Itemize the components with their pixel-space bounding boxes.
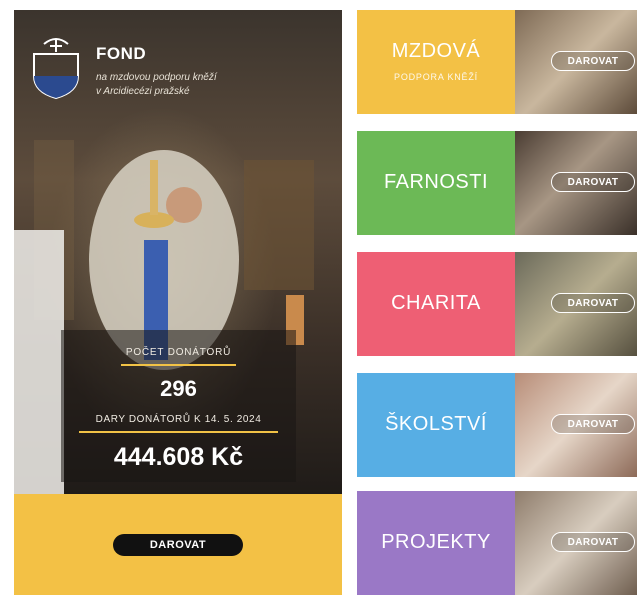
tile-charita-donate-button[interactable]: DAROVAT (551, 293, 635, 313)
fund-panel: FOND na mzdovou podporu kněží v Arcidiec… (14, 10, 342, 595)
donate-main-button[interactable]: DAROVAT (113, 534, 243, 556)
tile-skolstvi-title: ŠKOLSTVÍ (385, 413, 487, 435)
tile-mzdova-title: MZDOVÁ (391, 40, 481, 62)
tile-mzdova-color: MZDOVÁ PODPORA KNĚŽÍ (357, 10, 515, 114)
tile-mzdova[interactable]: MZDOVÁ PODPORA KNĚŽÍ DAROVAT (357, 10, 637, 114)
tile-skolstvi-photo: DAROVAT (515, 373, 637, 477)
donors-underline (121, 364, 236, 366)
tile-mzdova-donate-button[interactable]: DAROVAT (551, 51, 635, 71)
tile-skolstvi-donate-button[interactable]: DAROVAT (551, 414, 635, 434)
tile-projekty-color: PROJEKTY (357, 491, 515, 595)
tile-projekty[interactable]: PROJEKTY DAROVAT (357, 491, 637, 595)
fund-title: FOND (96, 44, 147, 63)
gifts-underline (79, 431, 278, 433)
tile-charita-title: CHARITA (391, 292, 481, 314)
tile-charita-color: CHARITA (357, 252, 515, 356)
donate-bar: DAROVAT (14, 494, 342, 595)
donors-label: POČET DONÁTORŮ (125, 347, 232, 358)
tile-charita-photo: DAROVAT (515, 252, 637, 356)
tile-farnosti-title: FARNOSTI (383, 171, 488, 193)
tile-charita[interactable]: CHARITA DAROVAT (357, 252, 637, 356)
donation-stats: POČET DONÁTORŮ 296 DARY DONÁTORŮ K 14. 5… (61, 330, 296, 482)
tile-projekty-donate-button[interactable]: DAROVAT (551, 532, 635, 552)
tile-skolstvi-color: ŠKOLSTVÍ (357, 373, 515, 477)
tile-projekty-photo: DAROVAT (515, 491, 637, 595)
fund-subtitle-line1: na mzdovou podporu kněží (96, 72, 217, 83)
archdiocese-logo (33, 38, 79, 100)
fund-subtitle: na mzdovou podporu kněží v Arcidiecézi p… (96, 71, 296, 99)
gifts-amount: 444.608 Kč (113, 443, 244, 471)
tile-skolstvi[interactable]: ŠKOLSTVÍ DAROVAT (357, 373, 637, 477)
tile-farnosti[interactable]: FARNOSTI DAROVAT (357, 131, 637, 235)
tile-farnosti-photo: DAROVAT (515, 131, 637, 235)
fund-subtitle-line2: v Arcidiecézi pražské (96, 86, 190, 97)
tile-mzdova-photo: DAROVAT (515, 10, 637, 114)
tile-farnosti-donate-button[interactable]: DAROVAT (551, 172, 635, 192)
gifts-label: DARY DONÁTORŮ K 14. 5. 2024 (95, 414, 262, 425)
tile-mzdova-subtitle: PODPORA KNĚŽÍ (394, 72, 478, 82)
tile-projekty-title: PROJEKTY (381, 531, 491, 553)
donors-count: 296 (160, 376, 197, 401)
tile-farnosti-color: FARNOSTI (357, 131, 515, 235)
